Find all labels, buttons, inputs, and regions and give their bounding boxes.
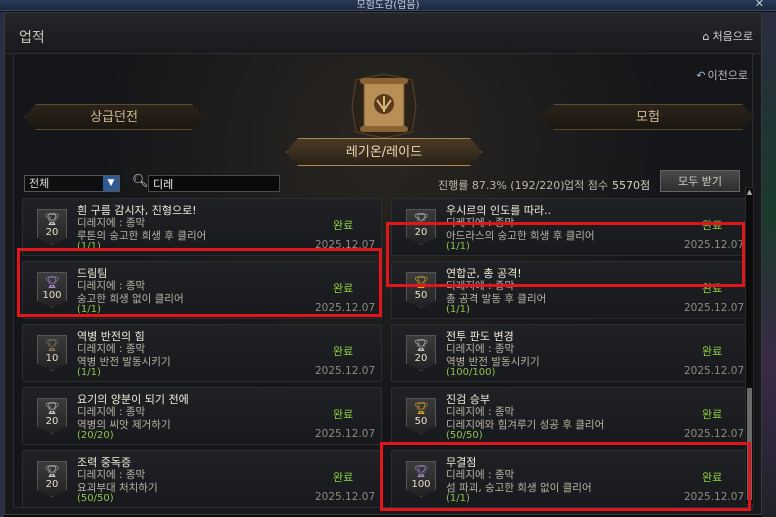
window-titlebar: 모험도감(업음) ✕	[0, 0, 776, 11]
search-input[interactable]	[148, 175, 280, 192]
trophy-icon: 🏆︎	[44, 401, 60, 415]
home-button[interactable]: ⌂ 처음으로	[703, 28, 753, 44]
highlight-box-allied-attack	[386, 222, 745, 287]
achievement-card[interactable]: 🏆︎ 10 역병 반전의 힘 디레지에 : 종막 역병 반전 발동시키기 (1/1) 완료 2…	[22, 324, 382, 382]
achievement-date: 2025.12.07	[684, 302, 745, 314]
achievement-points: 20	[45, 227, 59, 238]
achievement-status: 완료	[333, 219, 354, 232]
home-icon: ⌂	[702, 30, 710, 43]
achievement-progress: (50/50)	[446, 430, 483, 441]
completion-progress-text: 진행률 87.3% (192/220)	[438, 179, 565, 192]
achievement-points: 20	[45, 416, 59, 427]
home-label: 처음으로	[712, 30, 753, 43]
category-filter-select[interactable]: 전체 ▼	[24, 175, 120, 192]
trophy-icon: 🏆︎	[44, 212, 60, 226]
achievement-date: 2025.12.07	[315, 428, 376, 440]
achievement-status: 완료	[333, 408, 354, 421]
achievement-score: 업적 점수 5570점	[564, 177, 650, 193]
page-title: 업적	[19, 30, 45, 46]
close-icon[interactable]: ✕	[755, 0, 764, 10]
achievement-points: 10	[45, 353, 59, 364]
achievement-status: 완료	[333, 345, 354, 358]
trophy-icon: 🏆︎	[413, 338, 429, 352]
achievement-progress: (20/20)	[77, 430, 114, 441]
achievement-progress: (1/1)	[77, 367, 101, 378]
score-label: 업적 점수	[564, 179, 608, 192]
achievement-badge: 🏆︎ 20	[37, 209, 67, 245]
achievement-date: 2025.12.07	[315, 365, 376, 377]
background-fragment-right	[762, 12, 776, 517]
back-label: 이전으로	[707, 69, 748, 82]
achievement-points: 50	[414, 290, 428, 301]
window-header: 업적 ⌂ 처음으로	[5, 13, 761, 54]
window-title: 모험도감(업음)	[356, 0, 420, 11]
achievement-date: 2025.12.07	[684, 365, 745, 377]
highlight-box-dreamteam	[17, 248, 382, 317]
achievement-status: 완료	[702, 408, 723, 421]
achievement-progress: (50/50)	[77, 493, 114, 504]
achievement-status: 완료	[702, 345, 723, 358]
back-arrow-icon: ↶	[696, 69, 706, 82]
achievement-badge: 🏆︎ 50	[406, 398, 436, 434]
achievement-date: 2025.12.07	[684, 428, 745, 440]
back-button[interactable]: ↶ 이전으로	[696, 67, 748, 83]
filter-selected-value: 전체	[29, 177, 50, 190]
achievement-progress: (1/1)	[446, 304, 470, 315]
search-icon: 🔍︎	[132, 174, 149, 189]
tab-adventure[interactable]: 모험	[542, 104, 754, 130]
achievement-progress: (100/100)	[446, 367, 496, 378]
achievement-badge: 🏆︎ 20	[37, 398, 67, 434]
trophy-icon: 🏆︎	[44, 338, 60, 352]
achievement-card[interactable]: 🏆︎ 50 진검 승부 디레지에 : 종막 디레지에와 힘겨루기 성공 후 클리어 (50…	[391, 387, 751, 445]
scroll-emblem-icon	[351, 73, 417, 139]
tab-upper-dungeon[interactable]: 상급던전	[24, 104, 204, 130]
highlight-box-flawless	[380, 442, 751, 511]
achievement-points: 20	[45, 479, 59, 490]
tab-legion-raid[interactable]: 레기온/레이드	[286, 138, 482, 166]
trophy-icon: 🏆︎	[44, 464, 60, 478]
achievement-points: 20	[414, 353, 428, 364]
achievement-points: 50	[414, 416, 428, 427]
achievement-badge: 🏆︎ 20	[406, 335, 436, 371]
achievement-card[interactable]: 🏆︎ 20 조력 중독증 디레지에 : 종막 요괴부대 처치하기 (50/50) 완료 202…	[22, 450, 382, 508]
achievement-date: 2025.12.07	[315, 491, 376, 503]
achievement-card[interactable]: 🏆︎ 20 요기의 양분이 되기 전에 디레지에 : 종막 역병의 씨앗 제거하기 (20…	[22, 387, 382, 445]
chevron-down-icon[interactable]: ▼	[103, 176, 119, 191]
achievement-badge: 🏆︎ 20	[37, 461, 67, 497]
achievement-card[interactable]: 🏆︎ 20 전투 판도 변경 디레지에 : 종막 역병 반전 발동시키기 (100/100…	[391, 324, 751, 382]
achievement-badge: 🏆︎ 10	[37, 335, 67, 371]
receive-all-button[interactable]: 모두 받기	[660, 170, 740, 192]
score-value: 5570점	[611, 179, 651, 192]
achievement-status: 완료	[333, 471, 354, 484]
trophy-icon: 🏆︎	[413, 401, 429, 415]
scroll-up-icon[interactable]: ▲	[746, 188, 753, 196]
